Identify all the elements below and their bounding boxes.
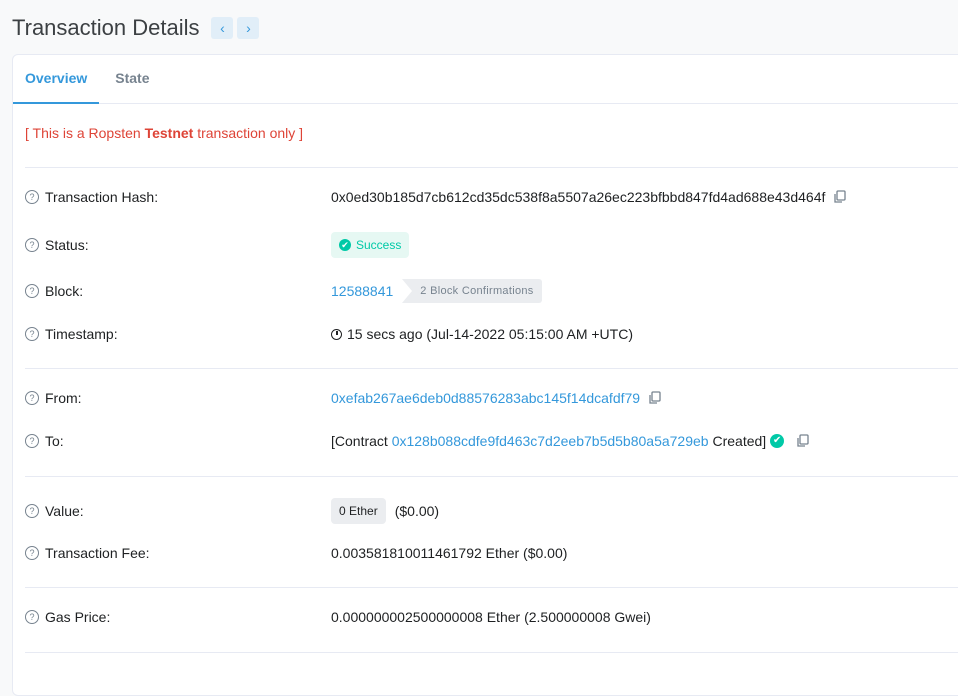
tab-state[interactable]: State — [99, 55, 165, 104]
block-value-cell: 12588841 2 Block Confirmations — [331, 279, 542, 303]
tx-hash-label: Transaction Hash: — [45, 189, 159, 205]
transaction-card: Overview State [ This is a Ropsten Testn… — [12, 54, 958, 696]
divider — [25, 167, 958, 168]
tab-bar: Overview State — [13, 55, 958, 104]
gas-price-label-cell: ? Gas Price: — [25, 609, 331, 625]
block-confirmations-badge: 2 Block Confirmations — [402, 279, 542, 303]
value-usd: ($0.00) — [394, 503, 440, 519]
next-transaction-button[interactable]: › — [237, 17, 260, 39]
timestamp-row: ? Timestamp: 15 secs ago (Jul-14-2022 05… — [25, 326, 958, 342]
value-label: Value: — [45, 503, 84, 519]
to-label: To: — [45, 433, 64, 449]
gas-price-value-cell: 0.000000002500000008 Ether (2.500000008 … — [331, 609, 651, 625]
fee-label: Transaction Fee: — [45, 545, 150, 561]
ether-value-badge: 0 Ether — [331, 498, 386, 524]
value-row: ? Value: 0 Ether ($0.00) — [25, 498, 958, 524]
help-icon[interactable]: ? — [25, 391, 39, 405]
notice-bold: Testnet — [144, 125, 194, 141]
status-text: Success — [356, 238, 402, 252]
contract-address-link[interactable]: 0x128b088cdfe9fd463c7d2eeb7b5d5b80a5a729… — [392, 433, 709, 449]
tx-hash-value-cell: 0x0ed30b185d7cb612cd35dc538f8a5507a26ec2… — [331, 189, 847, 205]
notice-prefix: [ This is a Ropsten — [25, 125, 145, 141]
from-label: From: — [45, 390, 82, 406]
help-icon[interactable]: ? — [25, 190, 39, 204]
status-label: Status: — [45, 237, 89, 253]
divider — [25, 652, 958, 653]
block-row: ? Block: 12588841 2 Block Confirmations — [25, 279, 958, 303]
block-number-link[interactable]: 12588841 — [331, 283, 393, 299]
to-row: ? To: [Contract 0x128b088cdfe9fd463c7d2e… — [25, 433, 958, 449]
fee-label-cell: ? Transaction Fee: — [25, 545, 331, 561]
value-label-cell: ? Value: — [25, 503, 331, 519]
verified-check-icon: ✔ — [770, 434, 785, 448]
divider — [25, 476, 958, 477]
tab-overview[interactable]: Overview — [13, 55, 100, 104]
help-icon[interactable]: ? — [25, 546, 39, 560]
testnet-notice: [ This is a Ropsten Testnet transaction … — [25, 125, 303, 141]
value-value-cell: 0 Ether ($0.00) — [331, 498, 439, 524]
clock-icon — [331, 328, 342, 340]
timestamp-label-cell: ? Timestamp: — [25, 326, 331, 342]
prev-transaction-button[interactable]: ‹ — [211, 17, 234, 39]
fee-row: ? Transaction Fee: 0.003581810011461792 … — [25, 545, 958, 561]
notice-suffix: transaction only ] — [193, 125, 304, 141]
copy-icon[interactable] — [833, 190, 847, 204]
help-icon[interactable]: ? — [25, 327, 39, 341]
to-suffix: Created] — [708, 433, 767, 449]
to-label-cell: ? To: — [25, 433, 331, 449]
block-label-cell: ? Block: — [25, 283, 331, 299]
help-icon[interactable]: ? — [25, 284, 39, 298]
timestamp-value: 15 secs ago (Jul-14-2022 05:15:00 AM +UT… — [347, 326, 633, 342]
fee-value-cell: 0.003581810011461792 Ether ($0.00) — [331, 545, 567, 561]
to-value-cell: [Contract 0x128b088cdfe9fd463c7d2eeb7b5d… — [331, 433, 810, 449]
fee-value: 0.003581810011461792 Ether ($0.00) — [331, 545, 568, 561]
from-label-cell: ? From: — [25, 390, 331, 406]
help-icon[interactable]: ? — [25, 434, 39, 448]
divider — [25, 587, 958, 588]
status-value-cell: ✔ Success — [331, 232, 410, 258]
page-header: Transaction Details ‹ › — [12, 12, 260, 44]
status-label-cell: ? Status: — [25, 237, 331, 253]
gas-price-row: ? Gas Price: 0.000000002500000008 Ether … — [25, 609, 958, 625]
check-circle-icon: ✔ — [339, 239, 351, 251]
copy-icon[interactable] — [648, 391, 662, 405]
block-label: Block: — [45, 283, 84, 299]
divider — [25, 368, 958, 369]
help-icon[interactable]: ? — [25, 610, 39, 624]
gas-price-value: 0.000000002500000008 Ether (2.500000008 … — [331, 609, 651, 625]
from-address-link[interactable]: 0xefab267ae6deb0d88576283abc145f14dcafdf… — [331, 390, 640, 406]
page-title: Transaction Details — [12, 15, 200, 40]
timestamp-label: Timestamp: — [45, 326, 118, 342]
from-value-cell: 0xefab267ae6deb0d88576283abc145f14dcafdf… — [331, 390, 662, 406]
to-prefix: [Contract — [331, 433, 392, 449]
tx-hash-value: 0x0ed30b185d7cb612cd35dc538f8a5507a26ec2… — [331, 189, 826, 205]
status-badge: ✔ Success — [331, 232, 410, 258]
tx-hash-label-cell: ? Transaction Hash: — [25, 189, 331, 205]
help-icon[interactable]: ? — [25, 504, 39, 518]
gas-price-label: Gas Price: — [45, 609, 111, 625]
chevron-left-icon: ‹ — [220, 20, 225, 36]
chevron-right-icon: › — [246, 20, 251, 36]
copy-icon[interactable] — [796, 434, 810, 448]
help-icon[interactable]: ? — [25, 238, 39, 252]
tx-hash-row: ? Transaction Hash: 0x0ed30b185d7cb612cd… — [25, 189, 958, 205]
from-row: ? From: 0xefab267ae6deb0d88576283abc145f… — [25, 390, 958, 406]
status-row: ? Status: ✔ Success — [25, 232, 958, 258]
timestamp-value-cell: 15 secs ago (Jul-14-2022 05:15:00 AM +UT… — [331, 326, 633, 342]
